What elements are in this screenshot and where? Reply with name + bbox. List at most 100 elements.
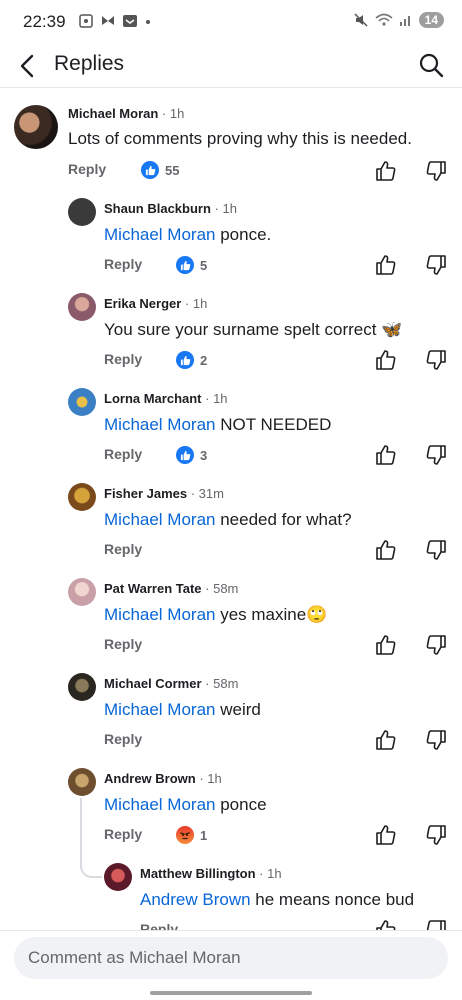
avatar[interactable] bbox=[68, 578, 96, 606]
avatar[interactable] bbox=[104, 863, 132, 891]
avatar[interactable] bbox=[68, 483, 96, 511]
comment-author[interactable]: Shaun Blackburn bbox=[104, 201, 211, 216]
angry-reaction-icon bbox=[176, 826, 194, 844]
reaction-count: 5 bbox=[200, 257, 208, 273]
reaction-summary[interactable]: 55 bbox=[141, 161, 179, 179]
reply-button[interactable]: Reply bbox=[104, 731, 142, 747]
downvote-icon[interactable] bbox=[425, 254, 447, 276]
like-reaction-icon bbox=[141, 161, 159, 179]
comment-time: · 1h bbox=[161, 106, 185, 121]
status-bar: 22:39 14 bbox=[0, 0, 462, 44]
downvote-icon[interactable] bbox=[425, 160, 447, 182]
upvote-icon[interactable] bbox=[375, 444, 397, 466]
mention-link[interactable]: Andrew Brown bbox=[140, 890, 251, 909]
reaction-summary[interactable]: 1 bbox=[176, 826, 207, 844]
signal-icon bbox=[399, 16, 410, 26]
upvote-icon[interactable] bbox=[375, 254, 397, 276]
comment-time: · 1h bbox=[259, 866, 282, 881]
comment: Fisher James · 31m Michael Moran needed … bbox=[0, 483, 462, 578]
downvote-icon[interactable] bbox=[425, 539, 447, 561]
mention-link[interactable]: Michael Moran bbox=[104, 415, 216, 434]
upvote-icon[interactable] bbox=[375, 539, 397, 561]
comment: Shaun Blackburn · 1h Michael Moran ponce… bbox=[0, 198, 462, 293]
like-reaction-icon bbox=[176, 256, 194, 274]
reaction-summary[interactable]: 2 bbox=[176, 351, 207, 369]
dot-icon bbox=[146, 20, 150, 24]
comment-input[interactable]: Comment as Michael Moran bbox=[14, 937, 448, 979]
mention-link[interactable]: Michael Moran bbox=[104, 605, 216, 624]
comment-time: · 1h bbox=[214, 201, 237, 216]
upvote-icon[interactable] bbox=[375, 160, 397, 182]
comment-text: Michael Moran yes maxine🙄 bbox=[104, 605, 327, 625]
upvote-icon[interactable] bbox=[375, 634, 397, 656]
upvote-icon[interactable] bbox=[375, 824, 397, 846]
wifi-icon bbox=[375, 13, 393, 26]
avatar[interactable] bbox=[68, 198, 96, 226]
downvote-icon[interactable] bbox=[425, 919, 447, 930]
comment: Michael Cormer · 58m Michael Moran weird… bbox=[0, 673, 462, 768]
reply-button[interactable]: Reply bbox=[104, 541, 142, 557]
comment-time: · 31m bbox=[190, 486, 224, 501]
reaction-summary[interactable]: 3 bbox=[176, 446, 207, 464]
comment-time: · 1h bbox=[184, 296, 208, 311]
upvote-icon[interactable] bbox=[375, 729, 397, 751]
comment-author[interactable]: Michael Cormer bbox=[104, 676, 202, 691]
avatar[interactable] bbox=[68, 388, 96, 416]
upvote-icon[interactable] bbox=[375, 349, 397, 371]
comment-time: · 1h bbox=[199, 771, 222, 786]
mute-icon bbox=[354, 13, 368, 27]
comment-body: ponce. bbox=[215, 225, 272, 244]
back-arrow-icon[interactable] bbox=[16, 52, 40, 80]
reply-button[interactable]: Reply bbox=[104, 826, 142, 842]
comment-author[interactable]: Lorna Marchant bbox=[104, 391, 202, 406]
comment: Andrew Brown · 1h Michael Moran ponce Re… bbox=[0, 768, 462, 863]
comment-author[interactable]: Erika Nerger bbox=[104, 296, 181, 311]
replies-list: Michael Moran · 1h Lots of comments prov… bbox=[0, 88, 462, 930]
avatar[interactable] bbox=[68, 768, 96, 796]
downvote-icon[interactable] bbox=[425, 729, 447, 751]
reply-button[interactable]: Reply bbox=[104, 351, 142, 367]
screenshot-icon bbox=[79, 14, 93, 28]
reply-button[interactable]: Reply bbox=[104, 446, 142, 462]
comment-composer-bar: Comment as Michael Moran bbox=[0, 930, 462, 1000]
reaction-summary[interactable]: 5 bbox=[176, 256, 207, 274]
reaction-count: 2 bbox=[200, 352, 208, 368]
avatar[interactable] bbox=[14, 105, 58, 149]
downvote-icon[interactable] bbox=[425, 349, 447, 371]
reply-button[interactable]: Reply bbox=[140, 921, 178, 930]
downvote-icon[interactable] bbox=[425, 444, 447, 466]
comment-time: · 1h bbox=[205, 391, 228, 406]
reaction-count: 55 bbox=[165, 162, 180, 178]
comment-text: You sure your surname spelt correct 🦋 bbox=[104, 320, 402, 340]
like-reaction-icon bbox=[176, 351, 194, 369]
comment-time: · 58m bbox=[205, 581, 239, 596]
search-icon[interactable] bbox=[416, 50, 446, 80]
comment-author[interactable]: Fisher James bbox=[104, 486, 187, 501]
comment-author[interactable]: Michael Moran bbox=[68, 106, 158, 121]
reply-button[interactable]: Reply bbox=[68, 161, 106, 177]
comment-body: ponce bbox=[215, 795, 267, 814]
comment: Pat Warren Tate · 58m Michael Moran yes … bbox=[0, 578, 462, 673]
avatar[interactable] bbox=[68, 293, 96, 321]
comment-body: You sure your surname spelt correct 🦋 bbox=[104, 320, 403, 339]
comment-text: Michael Moran NOT NEEDED bbox=[104, 415, 331, 435]
comment: Matthew Billington · 1h Andrew Brown he … bbox=[0, 863, 462, 930]
upvote-icon[interactable] bbox=[375, 919, 397, 930]
downvote-icon[interactable] bbox=[425, 824, 447, 846]
app-header: Replies bbox=[0, 44, 462, 88]
comment-author[interactable]: Matthew Billington bbox=[140, 866, 256, 881]
comment-body: NOT NEEDED bbox=[215, 415, 332, 434]
comment: Erika Nerger · 1h You sure your surname … bbox=[0, 293, 462, 388]
reply-button[interactable]: Reply bbox=[104, 636, 142, 652]
mention-link[interactable]: Michael Moran bbox=[104, 795, 216, 814]
downvote-icon[interactable] bbox=[425, 634, 447, 656]
comment-author[interactable]: Pat Warren Tate bbox=[104, 581, 202, 596]
mention-link[interactable]: Michael Moran bbox=[104, 700, 216, 719]
home-indicator[interactable] bbox=[150, 991, 312, 995]
mention-link[interactable]: Michael Moran bbox=[104, 225, 216, 244]
comment-author[interactable]: Andrew Brown bbox=[104, 771, 196, 786]
reply-button[interactable]: Reply bbox=[104, 256, 142, 272]
avatar[interactable] bbox=[68, 673, 96, 701]
mention-link[interactable]: Michael Moran bbox=[104, 510, 216, 529]
comment-text: Andrew Brown he means nonce bud bbox=[140, 890, 414, 910]
